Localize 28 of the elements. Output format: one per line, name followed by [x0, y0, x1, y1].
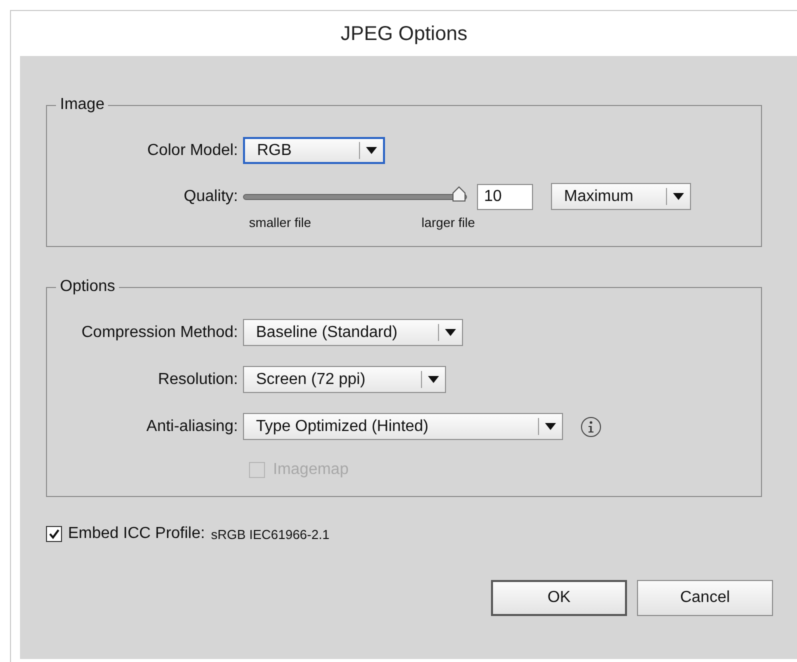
info-icon[interactable]: [581, 416, 601, 436]
checkbox[interactable]: [46, 526, 62, 542]
dropdown[interactable]: Type Optimized (Hinted): [243, 413, 563, 440]
checkbox-label: Embed ICC Profile:: [68, 524, 205, 544]
window-title: JPEG Options: [340, 22, 468, 46]
dropdown[interactable]: RGB: [243, 137, 385, 164]
dropdown[interactable]: Baseline (Standard): [243, 319, 463, 346]
field-label: Anti-aliasing:: [145, 416, 239, 436]
dropdown[interactable]: Screen (72 ppi): [243, 366, 446, 393]
group-title: Options: [59, 277, 116, 297]
caret-icon: [445, 329, 456, 336]
field-label: Color Model:: [146, 140, 239, 160]
caret-icon: [428, 376, 439, 383]
slider-min-label: smaller file: [249, 214, 312, 232]
field-label: Compression Method:: [80, 322, 239, 342]
dialog-button[interactable]: OK: [491, 580, 627, 616]
field-label: Quality:: [182, 186, 239, 206]
caret-icon: [366, 147, 377, 154]
slider-thumb[interactable]: [452, 186, 466, 202]
caret-icon: [545, 423, 556, 430]
quality-field[interactable]: 10: [477, 184, 533, 210]
dropdown[interactable]: Maximum: [551, 183, 691, 210]
group-title: Image: [59, 95, 106, 115]
slider-max-label: larger file: [422, 214, 475, 232]
dialog-button[interactable]: Cancel: [637, 580, 773, 616]
caret-icon: [673, 193, 684, 200]
profile-name: sRGB IEC61966-2.1: [210, 526, 330, 544]
field-label: Resolution:: [156, 370, 239, 390]
